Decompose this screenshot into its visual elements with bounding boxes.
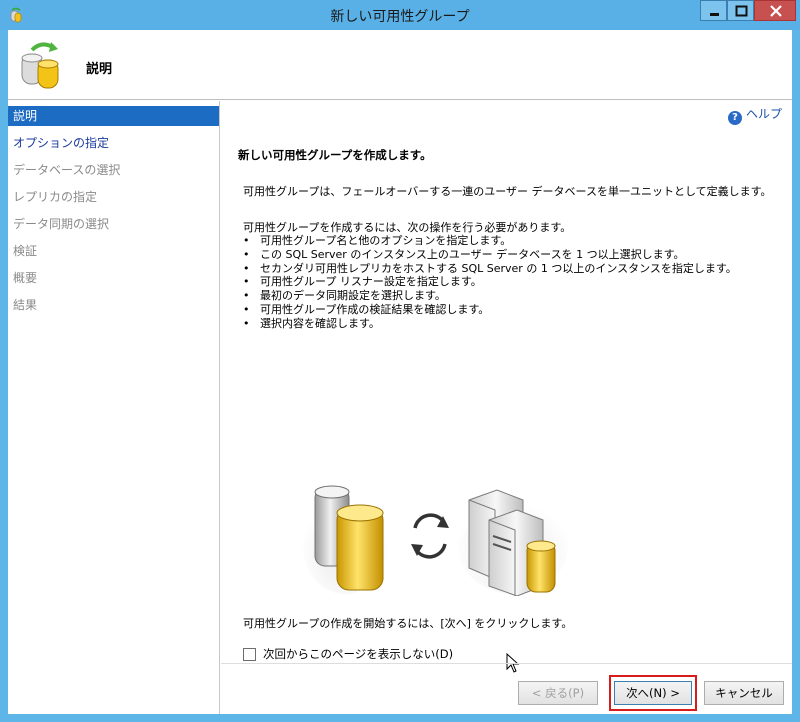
sidebar-item-databases: データベースの選択 [13, 163, 121, 177]
availability-group-illustration [303, 485, 568, 596]
sidebar-item-results: 結果 [13, 298, 38, 312]
wizard-header: 説明 [8, 30, 792, 100]
maximize-button[interactable] [727, 0, 754, 21]
close-icon [770, 5, 782, 17]
cancel-button[interactable]: キャンセル [704, 681, 784, 705]
intro-text: 可用性グループは、フェールオーバーする一連のユーザー データベースを単一ユニット… [243, 185, 772, 198]
sidebar-item-description[interactable]: 説明 [8, 106, 219, 126]
sidebar-item-replicas: レプリカの指定 [13, 190, 98, 204]
help-label: ヘルプ [745, 107, 782, 121]
help-link[interactable]: ? ヘルプ [727, 105, 782, 125]
sidebar-item-validation: 検証 [13, 244, 38, 258]
dont-show-option[interactable]: 次回からこのページを表示しない(D) [243, 646, 453, 662]
help-icon: ? [727, 111, 742, 125]
wizard-sidebar: 説明 オプションの指定 データベースの選択 レプリカの指定 データ同期の選択 検… [8, 101, 220, 714]
database-sync-icon [21, 42, 59, 89]
next-button[interactable]: 次へ(N) > [614, 681, 692, 705]
sidebar-item-summary: 概要 [13, 271, 38, 285]
steps-list: 可用性グループ名と他のオプションを指定します。 この SQL Server のイ… [243, 234, 737, 331]
title-bar[interactable]: 新しい可用性グループ [0, 0, 800, 30]
minimize-button[interactable] [700, 0, 727, 21]
minimize-icon [710, 13, 719, 16]
wizard-client-area: 説明 説明 オプションの指定 データベースの選択 レプリカの指定 データ同期の選… [8, 30, 792, 714]
list-item: 選択内容を確認します。 [243, 317, 737, 331]
page-heading: 新しい可用性グループを作成します。 [238, 148, 432, 162]
window-title: 新しい可用性グループ [330, 9, 470, 25]
page-title: 説明 [86, 62, 113, 77]
back-button[interactable]: < 戻る(P) [518, 681, 598, 705]
wizard-button-bar: < 戻る(P) 次へ(N) > キャンセル [221, 663, 792, 714]
dont-show-label[interactable]: 次回からこのページを表示しない(D) [263, 646, 453, 662]
list-item: 可用性グループ作成の検証結果を確認します。 [243, 303, 737, 317]
wizard-main-panel: ? ヘルプ 新しい可用性グループを作成します。 可用性グループは、フェールオーバー… [221, 101, 792, 714]
close-button[interactable] [754, 0, 796, 21]
maximize-icon [735, 5, 748, 17]
list-item: セカンダリ可用性レプリカをホストする SQL Server の 1 つ以上のイン… [243, 262, 737, 276]
sidebar-item-options[interactable]: オプションの指定 [8, 133, 219, 153]
list-item: 最初のデータ同期設定を選択します。 [243, 289, 737, 303]
start-hint-text: 可用性グループの作成を開始するには、[次へ] をクリックします。 [243, 617, 573, 630]
list-item: この SQL Server のインスタンス上のユーザー データベースを 1 つ以… [243, 248, 737, 262]
list-item: 可用性グループ名と他のオプションを指定します。 [243, 234, 737, 248]
list-item: 可用性グループ リスナー設定を指定します。 [243, 275, 737, 289]
steps-heading: 可用性グループを作成するには、次の操作を行う必要があります。 [243, 221, 572, 234]
dont-show-checkbox[interactable] [243, 647, 256, 661]
sidebar-item-data-sync: データ同期の選択 [13, 217, 110, 231]
wizard-window: 新しい可用性グループ 説明 説明 オプションの指定 データベースの選択 レプリカ… [0, 0, 800, 722]
